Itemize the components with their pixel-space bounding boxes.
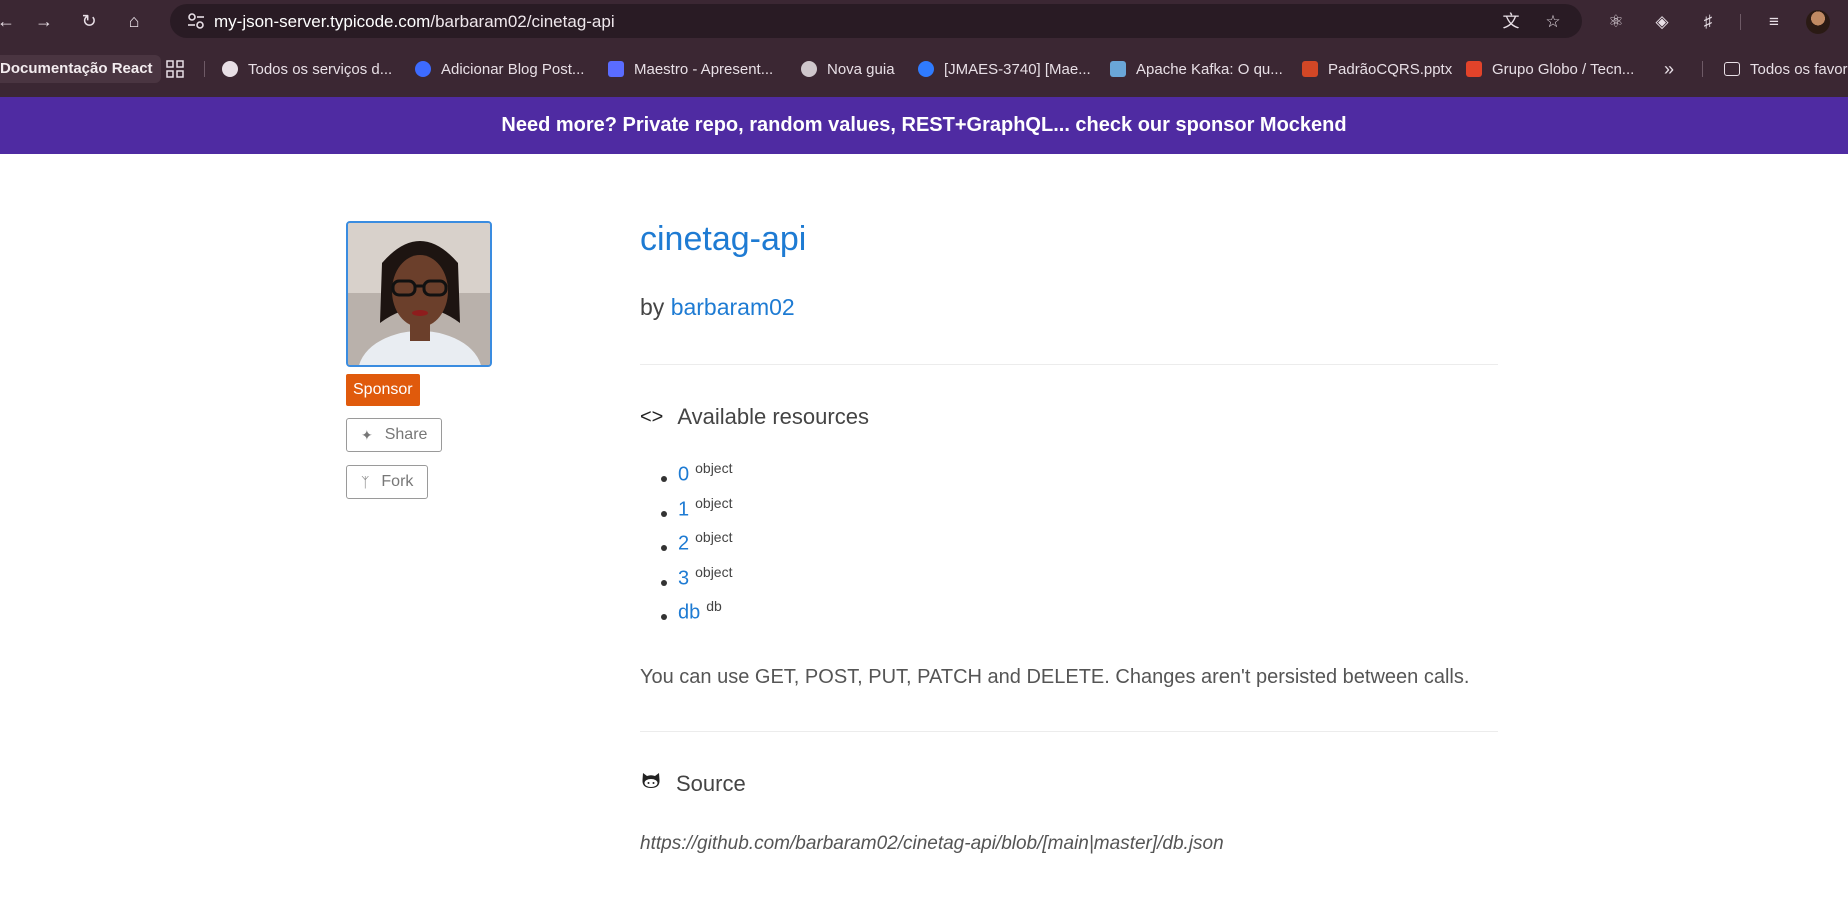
bookmark-jmaes[interactable]: [JMAES-3740] [Mae... bbox=[918, 59, 1091, 79]
share-label: Share bbox=[384, 426, 428, 443]
toolbar-divider bbox=[1740, 14, 1741, 30]
bookmark-label: Todos os favoritos bbox=[1750, 60, 1848, 78]
resource-link[interactable]: 1 bbox=[678, 498, 689, 520]
sponsor-label: Sponsor bbox=[353, 381, 413, 398]
resource-link[interactable]: 3 bbox=[678, 567, 689, 589]
github-icon bbox=[640, 771, 662, 797]
bookmark-apache-kafka[interactable]: Apache Kafka: O qu... bbox=[1110, 59, 1283, 79]
list-item: 1 object bbox=[658, 495, 732, 530]
bookmark-todos-servicos[interactable]: Todos os serviços d... bbox=[222, 59, 392, 79]
url-path: /barbaram02/cinetag-api bbox=[430, 12, 615, 31]
divider bbox=[640, 731, 1498, 732]
source-url: https://github.com/barbaram02/cinetag-ap… bbox=[640, 833, 1224, 854]
resource-link[interactable]: 0 bbox=[678, 464, 689, 486]
resource-type: object bbox=[695, 529, 733, 545]
bookmark-star-icon[interactable]: ☆ bbox=[1542, 11, 1564, 33]
apps-grid-icon[interactable] bbox=[165, 59, 185, 79]
bookmark-label: Nova guia bbox=[827, 60, 895, 78]
react-devtools-icon[interactable]: ⚛ bbox=[1604, 10, 1628, 34]
list-item: 2 object bbox=[658, 529, 732, 564]
extension-icon[interactable]: ◈ bbox=[1650, 10, 1674, 34]
bookmark-label: Todos os serviços d... bbox=[248, 60, 393, 78]
fork-label: Fork bbox=[381, 473, 414, 490]
twitter-icon: ✦ bbox=[361, 427, 373, 443]
reading-list-icon[interactable]: ≡ bbox=[1762, 10, 1786, 34]
bookmarks-bar: Documentação React Todos os serviços d..… bbox=[0, 42, 1848, 97]
blog-icon bbox=[415, 61, 431, 77]
resource-type: db bbox=[706, 598, 722, 614]
forward-icon[interactable]: → bbox=[30, 8, 58, 34]
resource-type: object bbox=[695, 494, 733, 511]
gitlab-icon bbox=[1466, 61, 1482, 77]
folder-icon bbox=[1724, 62, 1740, 76]
methods-note: You can use GET, POST, PUT, PATCH and DE… bbox=[640, 666, 1470, 688]
extensions-puzzle-icon[interactable]: ♯ bbox=[1696, 10, 1720, 34]
maestro-icon bbox=[608, 61, 624, 77]
resources-heading-text: Available resources bbox=[677, 404, 869, 429]
back-icon[interactable]: ← bbox=[0, 8, 20, 34]
bookmark-nova-guia[interactable]: Nova guia bbox=[801, 59, 895, 79]
code-icon: <> bbox=[640, 405, 664, 428]
by-prefix: by bbox=[640, 294, 665, 320]
bookmark-padrao-cqrs[interactable]: PadrãoCQRS.pptx bbox=[1302, 59, 1452, 79]
bookmark-label: Apache Kafka: O qu... bbox=[1136, 60, 1283, 78]
sponsor-banner[interactable]: Need more? Private repo, random values, … bbox=[0, 97, 1848, 154]
kafka-icon bbox=[1110, 61, 1126, 77]
resources-list: 0 object 1 object 2 object 3 object db db bbox=[658, 460, 732, 633]
resource-type: object bbox=[695, 460, 733, 476]
repo-byline: by barbaram02 bbox=[640, 294, 795, 321]
url-host: my-json-server.typicode.com bbox=[214, 12, 431, 31]
jira-icon bbox=[918, 61, 934, 77]
bookmark-label: Documentação React bbox=[0, 60, 153, 77]
list-item: 3 object bbox=[658, 564, 732, 599]
banner-text[interactable]: Need more? Private repo, random values, … bbox=[501, 114, 1346, 136]
fork-icon: ᛉ bbox=[361, 474, 370, 490]
source-heading: Source bbox=[640, 771, 746, 797]
bookmark-label: Maestro - Apresent... bbox=[634, 60, 774, 78]
fork-button[interactable]: ᛉ Fork bbox=[346, 465, 429, 499]
more-bookmarks-icon[interactable]: » bbox=[1664, 59, 1674, 79]
list-item: 0 object bbox=[658, 460, 732, 495]
bookmark-divider bbox=[1702, 61, 1703, 77]
globo-icon bbox=[222, 61, 238, 77]
address-bar[interactable]: my-json-server.typicode.com/barbaram02/c… bbox=[170, 4, 1582, 38]
bookmark-label: PadrãoCQRS.pptx bbox=[1328, 60, 1453, 78]
globe-icon bbox=[801, 61, 817, 77]
bookmark-documentacao-react[interactable]: Documentação React bbox=[0, 55, 161, 83]
avatar-photo bbox=[348, 223, 490, 365]
list-item: db db bbox=[658, 598, 732, 633]
resources-heading: <> Available resources bbox=[640, 404, 869, 430]
resource-link[interactable]: 2 bbox=[678, 533, 689, 555]
resource-link[interactable]: db bbox=[678, 602, 700, 624]
sponsor-button[interactable]: Sponsor bbox=[346, 374, 420, 406]
translate-icon[interactable]: 文 bbox=[1500, 11, 1522, 33]
bookmark-maestro[interactable]: Maestro - Apresent... bbox=[608, 59, 773, 79]
bookmark-todos-favoritos[interactable]: Todos os favoritos bbox=[1724, 59, 1848, 79]
divider bbox=[640, 364, 1498, 365]
bookmark-label: Adicionar Blog Post... bbox=[441, 60, 585, 78]
home-icon[interactable]: ⌂ bbox=[120, 8, 148, 34]
share-button[interactable]: ✦ Share bbox=[346, 418, 443, 452]
user-avatar bbox=[346, 221, 492, 367]
bookmark-label: Grupo Globo / Tecn... bbox=[1492, 60, 1635, 78]
bookmark-label: [JMAES-3740] [Mae... bbox=[944, 60, 1091, 78]
repo-title[interactable]: cinetag-api bbox=[640, 220, 806, 259]
bookmark-divider bbox=[204, 61, 205, 77]
powerpoint-icon bbox=[1302, 61, 1318, 77]
grid-icon bbox=[166, 60, 184, 78]
bookmark-adicionar-blog[interactable]: Adicionar Blog Post... bbox=[415, 59, 584, 79]
profile-avatar[interactable] bbox=[1806, 10, 1830, 34]
source-heading-text: Source bbox=[676, 771, 746, 796]
reload-icon[interactable]: ↻ bbox=[75, 8, 103, 34]
owner-link[interactable]: barbaram02 bbox=[671, 294, 795, 320]
site-settings-icon[interactable] bbox=[186, 11, 206, 31]
browser-toolbar: ← → ↻ ⌂ my-json-server.typicode.com/barb… bbox=[0, 0, 1848, 42]
url-text[interactable]: my-json-server.typicode.com/barbaram02/c… bbox=[214, 12, 615, 32]
resource-type: object bbox=[695, 563, 733, 580]
bookmark-grupo-globo[interactable]: Grupo Globo / Tecn... bbox=[1466, 59, 1634, 79]
